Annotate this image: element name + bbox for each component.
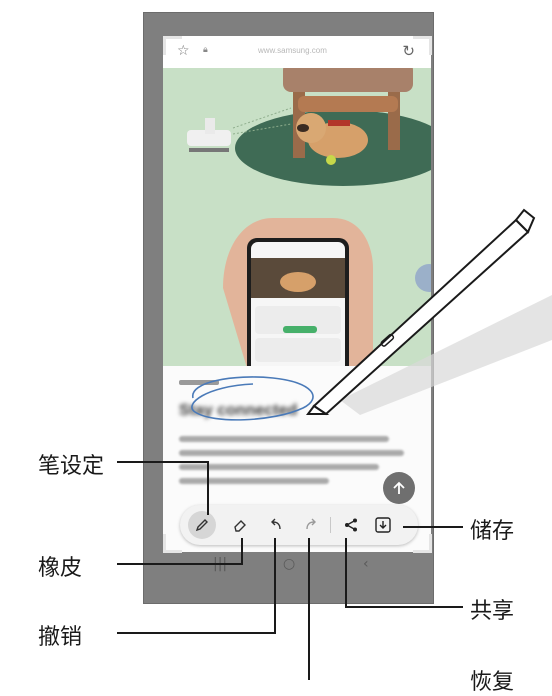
redo-icon <box>306 518 316 530</box>
eraser-icon <box>234 520 246 532</box>
share-button[interactable] <box>337 511 365 539</box>
back-icon[interactable]: ‹ <box>363 556 369 572</box>
toolbar-divider <box>330 517 331 533</box>
s-pen-stylus <box>306 208 552 416</box>
callout-undo: 撤销 <box>38 625 83 650</box>
callout-redo: 恢复 <box>470 670 515 695</box>
pen-icon <box>195 519 208 532</box>
home-icon[interactable]: ○ <box>283 556 295 572</box>
callout-pen-settings: 笔设定 <box>38 454 105 479</box>
save-icon <box>375 517 391 533</box>
save-button[interactable] <box>369 511 397 539</box>
share-icon <box>345 518 357 532</box>
undo-button[interactable] <box>262 511 290 539</box>
recent-apps-icon[interactable]: ||| <box>213 556 227 572</box>
drawing-toolbar <box>180 505 418 545</box>
arrow-up-icon <box>393 481 405 494</box>
scroll-to-top-button[interactable] <box>383 472 415 504</box>
redo-button[interactable] <box>297 511 325 539</box>
callout-share: 共享 <box>470 599 515 624</box>
undo-icon <box>271 518 281 530</box>
callout-eraser: 橡皮 <box>38 556 83 581</box>
eraser-button[interactable] <box>226 511 254 539</box>
callout-save: 储存 <box>470 519 515 544</box>
pen-settings-button[interactable] <box>188 511 216 539</box>
system-navigation-bar: ||| ○ ‹ <box>143 552 432 578</box>
